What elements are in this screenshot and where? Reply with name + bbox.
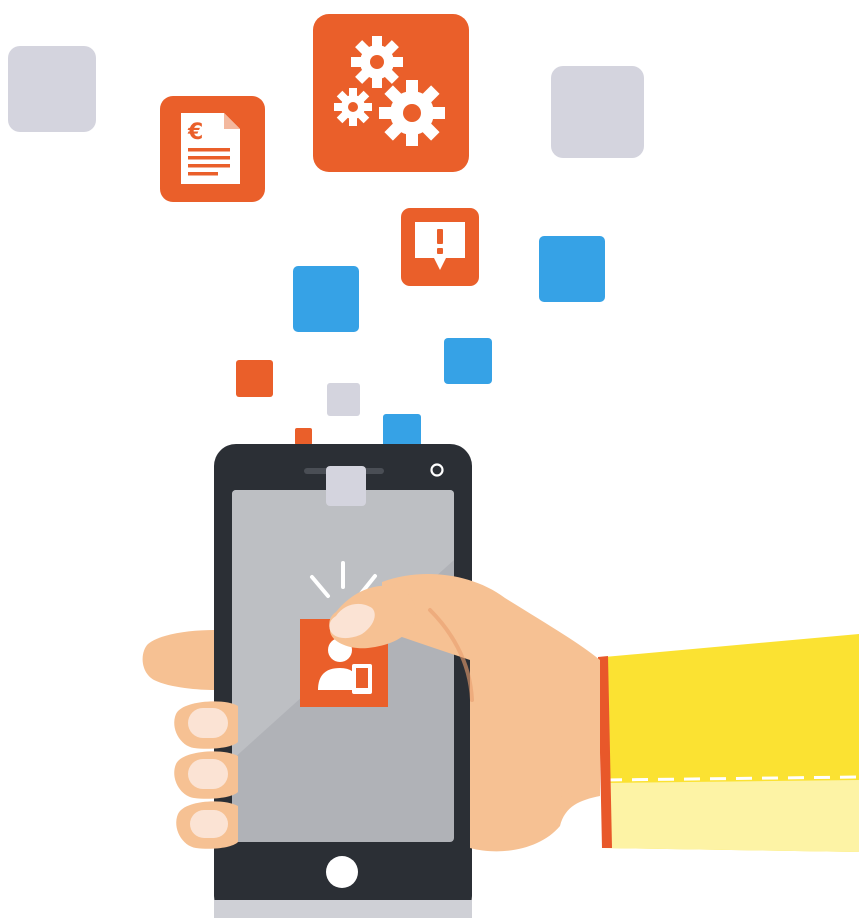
- blue-tile: [293, 266, 359, 332]
- grey-tile: [551, 66, 644, 158]
- alert-message-icon: [401, 208, 479, 286]
- svg-text:€: €: [187, 120, 203, 145]
- grey-tile: [8, 46, 96, 132]
- illustration-scene: €: [0, 0, 859, 918]
- grey-tile: [326, 466, 366, 506]
- home-button: [326, 856, 358, 888]
- euro-invoice-icon: €: [160, 96, 265, 202]
- orange-tile: [236, 360, 273, 397]
- orange-tile: [295, 428, 312, 445]
- blue-tile: [444, 338, 492, 384]
- fingers: [174, 701, 238, 849]
- phone-app-illustration: €: [8, 14, 859, 918]
- blue-tile: [539, 236, 605, 302]
- shirt-sleeve: [598, 634, 859, 852]
- grey-tile: [327, 383, 360, 416]
- gears-icon: [313, 14, 469, 172]
